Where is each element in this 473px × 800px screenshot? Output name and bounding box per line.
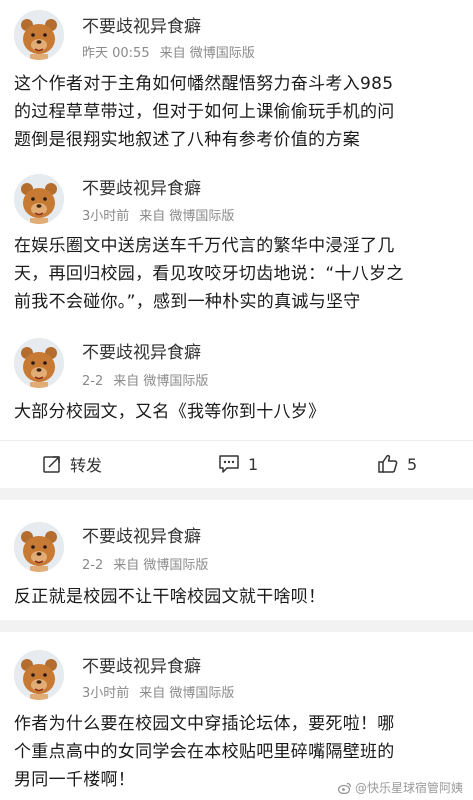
source-label: 来自 微博国际版 xyxy=(139,686,235,701)
comment-count: 1 xyxy=(248,454,259,474)
avatar[interactable] xyxy=(14,338,64,388)
text-line: 的过程草草带过，但对于如何上课偷偷玩手机的问 xyxy=(14,102,395,122)
source-label: 来自 微博国际版 xyxy=(113,374,209,389)
thumbs-up-icon xyxy=(378,454,398,473)
username[interactable]: 不要歧视异食癖 xyxy=(82,652,201,677)
avatar[interactable] xyxy=(14,522,64,572)
text-line: 天，再回归校园，看见攻咬牙切齿地说：“十八岁之 xyxy=(14,264,404,284)
text-line: 这个作者对于主角如何幡然醒悟努力奋斗考入985 xyxy=(14,74,394,94)
bear-avatar-icon xyxy=(14,338,64,388)
bear-avatar-icon xyxy=(14,522,64,572)
avatar[interactable] xyxy=(14,650,64,700)
source-label: 来自 微博国际版 xyxy=(113,558,209,573)
post-card-3: 不要歧视异食癖 3小时前 来自 微博国际版 作者为什么要在校园文中穿插论坛体，要死… xyxy=(0,632,473,800)
text-line: 作者为什么要在校园文中穿插论坛体，要死啦！哪 xyxy=(14,714,395,734)
comment-item: 不要歧视异食癖 昨天 00:55 来自 微博国际版 这个作者对于主角如何幡然醒悟努… xyxy=(0,0,473,172)
bear-avatar-icon xyxy=(14,10,64,60)
like-count: 5 xyxy=(407,454,418,474)
comment-text: 在娱乐圈文中送房送车千万代言的繁华中浸淫了几 天，再回归校园，看见攻咬牙切齿地说… xyxy=(14,232,460,316)
text-line: 在娱乐圈文中送房送车千万代言的繁华中浸淫了几 xyxy=(14,236,395,256)
comment-item: 不要歧视异食癖 2-2 来自 微博国际版 大部分校园文，又名《我等你到十八岁》 xyxy=(0,336,473,436)
repost-button[interactable]: 转发 xyxy=(42,444,102,484)
timestamp: 3小时前 xyxy=(82,686,130,701)
comment-text: 反正就是校园不让干啥校园文就干啥呗！ xyxy=(14,583,460,611)
comment-meta: 昨天 00:55 来自 微博国际版 xyxy=(82,42,255,61)
comment-meta: 2-2 来自 微博国际版 xyxy=(82,554,208,573)
watermark: @快乐星球宿管阿姨 xyxy=(337,779,463,796)
watermark-text: @快乐星球宿管阿姨 xyxy=(354,781,463,795)
text-line: 大部分校园文，又名《我等你到十八岁》 xyxy=(14,402,326,422)
like-button[interactable]: 5 xyxy=(377,444,417,484)
comment-item: 不要歧视异食癖 2-2 来自 微博国际版 反正就是校园不让干啥校园文就干啥呗！ xyxy=(0,500,473,620)
comment-icon xyxy=(219,455,239,473)
username[interactable]: 不要歧视异食癖 xyxy=(82,522,201,547)
username[interactable]: 不要歧视异食癖 xyxy=(82,12,201,37)
source-label: 来自 微博国际版 xyxy=(159,46,255,61)
action-bar: 转发 1 5 xyxy=(0,444,473,484)
text-line: 题倒是很翔实地叙述了八种有参考价值的方案 xyxy=(14,130,360,150)
post-card-2: 不要歧视异食癖 2-2 来自 微博国际版 反正就是校园不让干啥校园文就干啥呗！ xyxy=(0,500,473,620)
comment-text: 大部分校园文，又名《我等你到十八岁》 xyxy=(14,398,460,426)
bear-avatar-icon xyxy=(14,650,64,700)
timestamp: 2-2 xyxy=(82,374,104,389)
comment-item: 不要歧视异食癖 3小时前 来自 微博国际版 作者为什么要在校园文中穿插论坛体，要死… xyxy=(0,632,473,800)
weibo-logo-icon xyxy=(337,782,352,794)
repost-label: 转发 xyxy=(70,456,103,475)
text-line: 个重点高中的女同学会在本校贴吧里碎嘴隔壁班的 xyxy=(14,742,395,762)
text-line: 反正就是校园不让干啥校园文就干啥呗！ xyxy=(14,587,326,607)
avatar[interactable] xyxy=(14,10,64,60)
timestamp: 昨天 00:55 xyxy=(82,46,150,61)
source-label: 来自 微博国际版 xyxy=(139,209,235,224)
comment-button[interactable]: 1 xyxy=(218,444,258,484)
timestamp: 2-2 xyxy=(82,558,104,573)
avatar[interactable] xyxy=(14,174,64,224)
comment-meta: 3小时前 来自 微博国际版 xyxy=(82,682,234,701)
repost-icon xyxy=(43,456,60,473)
post-card-1: 不要歧视异食癖 昨天 00:55 来自 微博国际版 这个作者对于主角如何幡然醒悟努… xyxy=(0,0,473,488)
comment-meta: 2-2 来自 微博国际版 xyxy=(82,370,208,389)
comment-meta: 3小时前 来自 微博国际版 xyxy=(82,205,234,224)
username[interactable]: 不要歧视异食癖 xyxy=(82,174,201,199)
bear-avatar-icon xyxy=(14,174,64,224)
divider xyxy=(0,440,473,441)
comment-item: 不要歧视异食癖 3小时前 来自 微博国际版 在娱乐圈文中送房送车千万代言的繁华中浸… xyxy=(0,172,473,332)
text-line: 前我不会碰你。”，感到一种朴实的真诚与坚守 xyxy=(14,292,361,312)
timestamp: 3小时前 xyxy=(82,209,130,224)
comment-text: 这个作者对于主角如何幡然醒悟努力奋斗考入985 的过程草草带过，但对于如何上课偷… xyxy=(14,70,460,154)
username[interactable]: 不要歧视异食癖 xyxy=(82,338,201,363)
